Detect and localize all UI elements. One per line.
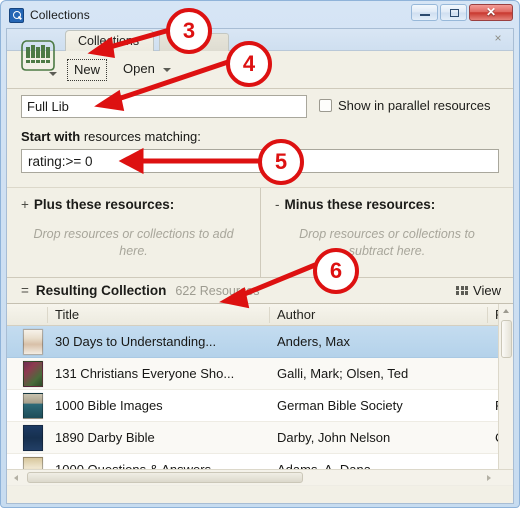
resource-count: 622 Resources xyxy=(175,283,260,298)
resource-list: Title Author P 30 Days to Understanding.… xyxy=(7,303,513,486)
title-bar: Collections ✕ xyxy=(6,4,514,25)
list-header: Title Author P xyxy=(7,304,513,326)
minimize-icon xyxy=(420,14,430,16)
vertical-scrollbar-thumb[interactable] xyxy=(501,320,512,358)
minus-pane-title: - Minus these resources: xyxy=(275,197,499,212)
minus-resources-pane[interactable]: - Minus these resources: Drop resources o… xyxy=(260,188,513,277)
start-with-bold: Start with xyxy=(21,129,81,144)
cell-title: 30 Days to Understanding... xyxy=(55,334,217,349)
grid-icon xyxy=(456,285,469,296)
window-controls: ✕ xyxy=(411,4,513,21)
query-row xyxy=(7,144,513,173)
collection-name-input[interactable] xyxy=(21,95,307,118)
list-rows: 30 Days to Understanding... Anders, Max … xyxy=(7,326,513,486)
equals-sign: = xyxy=(21,283,29,298)
horizontal-scrollbar-thumb[interactable] xyxy=(27,472,303,483)
cell-author: Galli, Mark; Olsen, Ted xyxy=(277,366,409,381)
table-row[interactable]: 30 Days to Understanding... Anders, Max xyxy=(7,326,513,358)
client-area: Collections × New Open Show xyxy=(6,28,514,504)
collection-name-row: Show in parallel resources xyxy=(7,89,513,123)
open-button[interactable]: Open xyxy=(117,59,161,79)
tab-strip: Collections × xyxy=(7,29,513,51)
book-cover-thumbnail xyxy=(23,392,43,419)
drop-panes: + Plus these resources: Drop resources or… xyxy=(7,187,513,277)
resulting-collection-bar: = Resulting Collection 622 Resources Vie… xyxy=(7,277,513,303)
cell-author: Darby, John Nelson xyxy=(277,430,391,445)
cell-title: 131 Christians Everyone Sho... xyxy=(55,366,235,381)
book-cover-thumbnail xyxy=(23,328,43,355)
view-button[interactable]: View xyxy=(452,282,505,299)
library-books-icon[interactable] xyxy=(17,35,59,75)
new-button[interactable]: New xyxy=(67,59,108,81)
maximize-icon xyxy=(450,9,459,17)
column-separator xyxy=(269,307,270,323)
collections-window: Collections ✕ Collections × New Open Ful… xyxy=(0,0,520,508)
cell-title: 1000 Bible Images xyxy=(55,398,163,413)
column-header-title[interactable]: Title xyxy=(55,307,79,322)
minus-sign: - xyxy=(275,197,280,212)
maximize-button[interactable] xyxy=(440,4,467,21)
cell-title: 1890 Darby Bible xyxy=(55,430,155,445)
horizontal-scrollbar[interactable] xyxy=(7,469,513,485)
tab-inactive-placeholder[interactable] xyxy=(159,33,229,51)
start-with-rest: resources matching: xyxy=(80,129,201,144)
toolbar: New Open xyxy=(7,40,513,89)
tab-close-icon[interactable]: × xyxy=(491,32,505,46)
close-icon: ✕ xyxy=(485,5,497,19)
show-parallel-label: Show in parallel resources xyxy=(338,98,491,113)
start-with-label: Start with resources matching: xyxy=(7,123,513,144)
query-input[interactable] xyxy=(21,149,499,173)
vertical-scrollbar[interactable] xyxy=(498,304,513,485)
open-dropdown-icon[interactable] xyxy=(163,68,171,72)
plus-pane-hint: Drop resources or collections to add her… xyxy=(33,227,234,258)
cell-author: Anders, Max xyxy=(277,334,350,349)
column-header-author[interactable]: Author xyxy=(277,307,315,322)
magnifier-plus-icon xyxy=(9,7,24,23)
scroll-right-icon[interactable] xyxy=(482,471,496,485)
plus-pane-title: + Plus these resources: xyxy=(21,197,246,212)
show-parallel-checkbox[interactable] xyxy=(319,99,332,112)
scroll-up-icon[interactable] xyxy=(499,304,513,318)
minimize-button[interactable] xyxy=(411,4,438,21)
table-row[interactable]: 1890 Darby Bible Darby, John Nelson C xyxy=(7,422,513,454)
show-parallel-checkbox-row[interactable]: Show in parallel resources xyxy=(319,98,490,113)
cell-author: German Bible Society xyxy=(277,398,403,413)
book-cover-thumbnail xyxy=(23,424,43,451)
plus-sign: + xyxy=(21,197,29,212)
column-separator xyxy=(487,307,488,323)
book-cover-thumbnail xyxy=(23,360,43,387)
table-row[interactable]: 131 Christians Everyone Sho... Galli, Ma… xyxy=(7,358,513,390)
view-button-label: View xyxy=(473,283,501,298)
window-title: Collections xyxy=(30,8,90,22)
plus-pane-title-text: Plus these resources: xyxy=(33,197,175,212)
close-button[interactable]: ✕ xyxy=(469,4,513,21)
minus-pane-hint: Drop resources or collections to subtrac… xyxy=(299,227,475,258)
library-dropdown-icon[interactable] xyxy=(49,72,57,76)
plus-resources-pane[interactable]: + Plus these resources: Drop resources or… xyxy=(7,188,260,277)
table-row[interactable]: 1000 Bible Images German Bible Society F xyxy=(7,390,513,422)
resulting-collection-title: Resulting Collection xyxy=(35,283,167,298)
scroll-left-icon[interactable] xyxy=(9,471,23,485)
tab-collections[interactable]: Collections xyxy=(65,30,155,51)
column-separator xyxy=(47,307,48,323)
minus-pane-title-text: Minus these resources: xyxy=(284,197,436,212)
